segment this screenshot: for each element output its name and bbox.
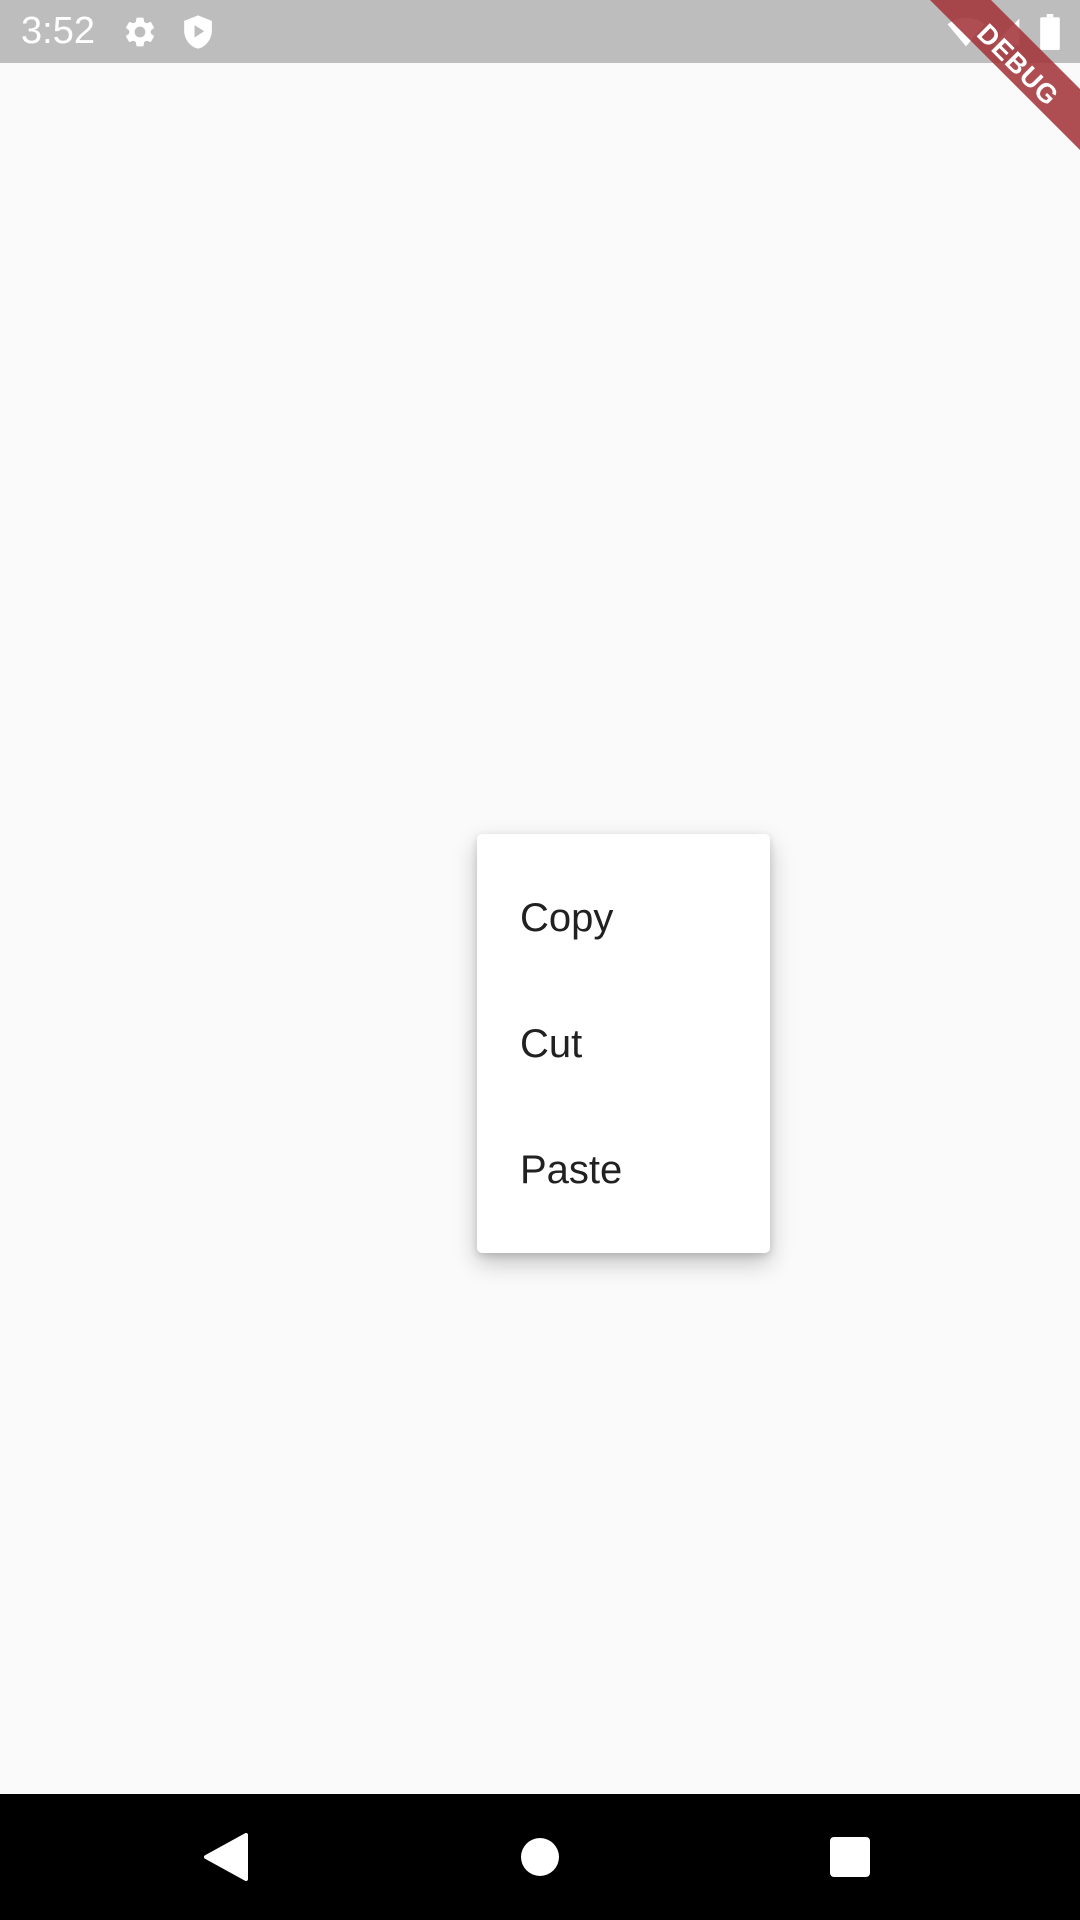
recents-button[interactable] <box>790 1794 910 1920</box>
back-icon <box>202 1833 248 1881</box>
status-time: 3:52 <box>21 10 95 52</box>
cellular-signal-icon <box>988 0 1024 63</box>
popup-menu: Copy Cut Paste <box>477 834 770 1253</box>
wifi-icon <box>944 0 988 63</box>
recents-icon <box>830 1837 870 1877</box>
home-icon <box>520 1837 560 1877</box>
navigation-bar <box>0 1794 1080 1920</box>
home-button[interactable] <box>480 1794 600 1920</box>
shield-play-icon <box>178 0 218 63</box>
back-button[interactable] <box>165 1794 285 1920</box>
menu-item-paste[interactable]: Paste <box>477 1107 770 1233</box>
menu-item-copy[interactable]: Copy <box>477 855 770 981</box>
battery-icon <box>1036 0 1064 63</box>
settings-gear-icon <box>120 0 160 63</box>
status-bar: 3:52 <box>0 0 1080 63</box>
menu-item-cut[interactable]: Cut <box>477 981 770 1107</box>
